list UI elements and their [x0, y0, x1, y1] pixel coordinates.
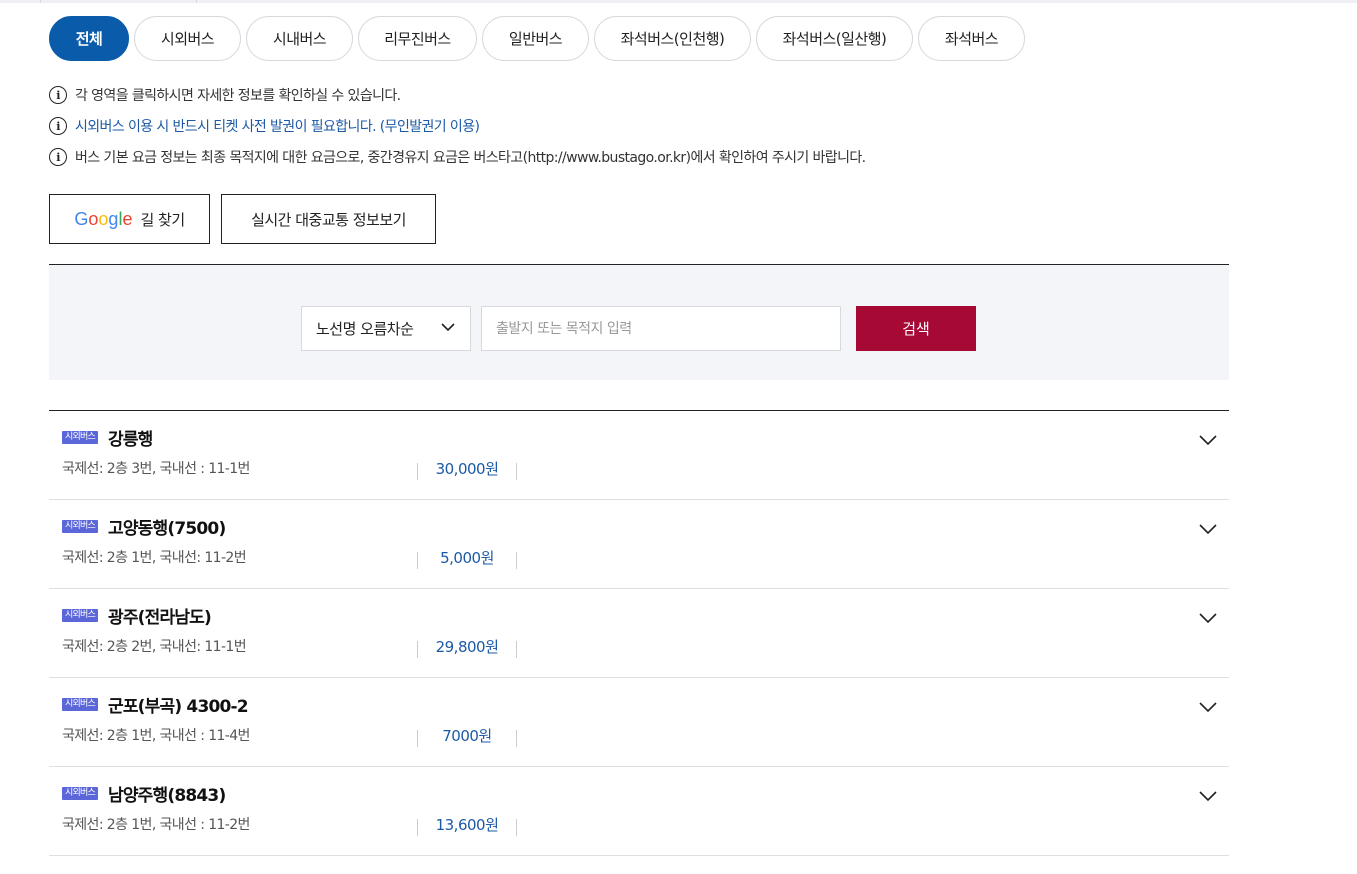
- realtime-transit-button[interactable]: 실시간 대중교통 정보보기: [221, 194, 436, 244]
- list-item[interactable]: 시외버스 군포(부곡) 4300-2 국제선: 2층 1번, 국내선 : 11-…: [49, 678, 1229, 767]
- route-type-badge: 시외버스: [62, 787, 98, 800]
- tab-intercity-bus[interactable]: 시외버스: [134, 16, 241, 61]
- divider: [516, 463, 517, 480]
- route-name: 강릉행: [108, 430, 153, 450]
- route-type-badge: 시외버스: [62, 520, 98, 533]
- search-panel: 노선명 오름차순 검색: [49, 264, 1229, 380]
- route-fare: 30,000원: [435, 460, 499, 478]
- tab-seat-bus-incheon[interactable]: 좌석버스(인천행): [594, 16, 751, 61]
- route-fare: 29,800원: [435, 638, 499, 656]
- tab-regular-bus[interactable]: 일반버스: [482, 16, 589, 61]
- route-location-info: 국제선: 2층 1번, 국내선 : 11-2번: [62, 817, 250, 833]
- route-location-info: 국제선: 2층 1번, 국내선: 11-2번: [62, 550, 247, 566]
- tab-city-bus[interactable]: 시내버스: [246, 16, 353, 61]
- google-logo: Google: [74, 208, 133, 229]
- route-location-info: 국제선: 2층 1번, 국내선 : 11-4번: [62, 728, 250, 744]
- notice-text: 버스 기본 요금 정보는 최종 목적지에 대한 요금으로, 중간경유지 요금은 …: [75, 150, 866, 166]
- chevron-down-icon[interactable]: [1197, 429, 1219, 451]
- route-list: 시외버스 강릉행 국제선: 2층 3번, 국내선 : 11-1번 30,000원…: [49, 410, 1229, 856]
- divider: [516, 730, 517, 747]
- sort-select[interactable]: 노선명 오름차순: [301, 306, 471, 351]
- route-location-info: 국제선: 2층 3번, 국내선 : 11-1번: [62, 461, 250, 477]
- category-tabs: 전체 시외버스 시내버스 리무진버스 일반버스 좌석버스(인천행) 좌석버스(일…: [49, 16, 1030, 61]
- top-divider: [40, 0, 41, 3]
- top-divider: [196, 0, 197, 3]
- list-item[interactable]: 시외버스 고양동행(7500) 국제선: 2층 1번, 국내선: 11-2번 5…: [49, 500, 1229, 589]
- notice-text: 각 영역을 클릭하시면 자세한 정보를 확인하실 수 있습니다.: [75, 88, 401, 104]
- top-border: [0, 0, 1357, 3]
- notice-item: i 각 영역을 클릭하시면 자세한 정보를 확인하실 수 있습니다.: [49, 84, 866, 106]
- google-directions-button[interactable]: Google 길 찾기: [49, 194, 210, 244]
- list-item[interactable]: 시외버스 남양주행(8843) 국제선: 2층 1번, 국내선 : 11-2번 …: [49, 767, 1229, 856]
- route-name: 남양주행(8843): [108, 786, 226, 806]
- route-name: 군포(부곡) 4300-2: [108, 697, 249, 717]
- chevron-down-icon[interactable]: [1197, 785, 1219, 807]
- tab-all[interactable]: 전체: [49, 16, 129, 61]
- route-fare: 5,000원: [440, 549, 494, 567]
- sort-select-value: 노선명 오름차순: [316, 320, 414, 338]
- route-fare: 13,600원: [435, 816, 499, 834]
- route-type-badge: 시외버스: [62, 431, 98, 444]
- chevron-down-icon: [441, 323, 455, 332]
- notice-text: 시외버스 이용 시 반드시 티켓 사전 발권이 필요합니다. (무인발권기 이용…: [75, 119, 480, 135]
- route-name: 광주(전라남도): [108, 608, 212, 628]
- notice-list: i 각 영역을 클릭하시면 자세한 정보를 확인하실 수 있습니다. i 시외버…: [49, 84, 866, 177]
- route-name: 고양동행(7500): [108, 519, 226, 539]
- tab-seat-bus-ilsan[interactable]: 좌석버스(일산행): [756, 16, 913, 61]
- list-item[interactable]: 시외버스 광주(전라남도) 국제선: 2층 2번, 국내선: 11-1번 29,…: [49, 589, 1229, 678]
- info-icon: i: [49, 148, 67, 166]
- chevron-down-icon[interactable]: [1197, 696, 1219, 718]
- tab-limousine-bus[interactable]: 리무진버스: [358, 16, 477, 61]
- list-item[interactable]: 시외버스 강릉행 국제선: 2층 3번, 국내선 : 11-1번 30,000원: [49, 411, 1229, 500]
- route-location-info: 국제선: 2층 2번, 국내선: 11-1번: [62, 639, 247, 655]
- divider: [516, 641, 517, 658]
- action-buttons: Google 길 찾기 실시간 대중교통 정보보기: [49, 194, 447, 244]
- notice-item: i 버스 기본 요금 정보는 최종 목적지에 대한 요금으로, 중간경유지 요금…: [49, 146, 866, 168]
- info-icon: i: [49, 86, 67, 104]
- route-type-badge: 시외버스: [62, 698, 98, 711]
- tab-seat-bus[interactable]: 좌석버스: [918, 16, 1025, 61]
- notice-item: i 시외버스 이용 시 반드시 티켓 사전 발권이 필요합니다. (무인발권기 …: [49, 115, 866, 137]
- google-directions-label: 길 찾기: [140, 210, 185, 229]
- route-type-badge: 시외버스: [62, 609, 98, 622]
- chevron-down-icon[interactable]: [1197, 607, 1219, 629]
- info-icon: i: [49, 117, 67, 135]
- route-fare: 7000원: [442, 727, 492, 745]
- chevron-down-icon[interactable]: [1197, 518, 1219, 540]
- search-input[interactable]: [481, 306, 841, 351]
- divider: [516, 552, 517, 569]
- divider: [516, 819, 517, 836]
- search-button[interactable]: 검색: [856, 306, 976, 351]
